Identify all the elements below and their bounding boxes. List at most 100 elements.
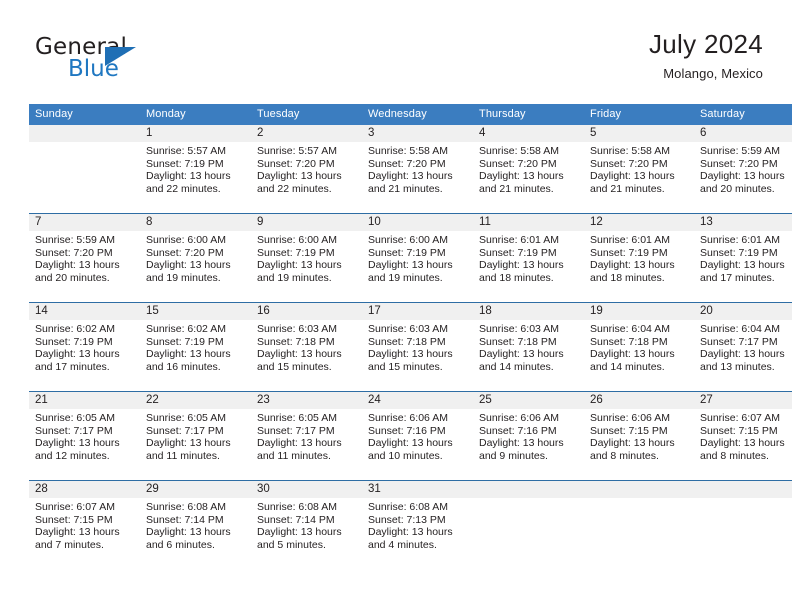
calendar-day-cell[interactable]: 17 Sunrise: 6:03 AM Sunset: 7:18 PM Dayligh… xyxy=(362,302,473,392)
calendar-day-cell[interactable]: 26 Sunrise: 6:06 AM Sunset: 7:15 PM Dayligh… xyxy=(584,391,694,481)
day-info-sunset-line: Sunset: 7:16 PM xyxy=(479,424,557,437)
day-info-sunset-line: Sunset: 7:20 PM xyxy=(146,246,224,259)
day-cell-content: 23 Sunrise: 6:05 AM Sunset: 7:17 PM Dayligh… xyxy=(251,392,362,480)
day-info-daylight1-line: Daylight: 13 hours xyxy=(590,170,675,183)
day-info-sunrise-line: Sunrise: 5:58 AM xyxy=(590,145,670,157)
day-sun-info: Sunrise: 5:57 AM Sunset: 7:19 PM Daylight:… xyxy=(140,142,251,195)
calendar-day-cell[interactable]: 7 Sunrise: 5:59 AM Sunset: 7:20 PM Daylight… xyxy=(29,213,140,303)
page-subtitle-location: Molango, Mexico xyxy=(663,66,763,81)
day-info-sunset-line: Sunset: 7:17 PM xyxy=(700,335,778,348)
day-cell-content: 13 Sunrise: 6:01 AM Sunset: 7:19 PM Dayligh… xyxy=(694,214,792,302)
day-info-sunrise-line: Sunrise: 5:59 AM xyxy=(700,145,780,157)
calendar-day-cell[interactable]: 18 Sunrise: 6:03 AM Sunset: 7:18 PM Dayligh… xyxy=(473,302,584,392)
day-info-sunrise-line: Sunrise: 5:58 AM xyxy=(368,145,448,157)
day-info-sunrise-line: Sunrise: 6:03 AM xyxy=(257,323,337,335)
calendar-day-cell[interactable]: 5 Sunrise: 5:58 AM Sunset: 7:20 PM Daylight… xyxy=(584,125,694,214)
day-cell-content: 18 Sunrise: 6:03 AM Sunset: 7:18 PM Dayligh… xyxy=(473,303,584,391)
day-info-daylight1-line: Daylight: 13 hours xyxy=(257,526,342,539)
day-cell-content xyxy=(584,481,694,569)
day-info-daylight2-line: and 9 minutes. xyxy=(479,449,548,462)
day-cell-content: 2 Sunrise: 5:57 AM Sunset: 7:20 PM Daylight… xyxy=(251,125,362,213)
calendar-day-cell[interactable]: 15 Sunrise: 6:02 AM Sunset: 7:19 PM Dayligh… xyxy=(140,302,251,392)
calendar-day-cell[interactable]: 3 Sunrise: 5:58 AM Sunset: 7:20 PM Daylight… xyxy=(362,125,473,214)
calendar-day-cell[interactable]: 27 Sunrise: 6:07 AM Sunset: 7:15 PM Dayligh… xyxy=(694,391,792,481)
calendar-day-cell[interactable]: 28 Sunrise: 6:07 AM Sunset: 7:15 PM Dayligh… xyxy=(29,480,140,569)
day-cell-content: 7 Sunrise: 5:59 AM Sunset: 7:20 PM Daylight… xyxy=(29,214,140,302)
calendar-day-cell xyxy=(584,480,694,569)
day-info-daylight2-line: and 14 minutes. xyxy=(590,360,665,373)
calendar-day-cell[interactable]: 23 Sunrise: 6:05 AM Sunset: 7:17 PM Dayligh… xyxy=(251,391,362,481)
day-info-sunrise-line: Sunrise: 6:08 AM xyxy=(257,501,337,513)
calendar-day-cell[interactable]: 29 Sunrise: 6:08 AM Sunset: 7:14 PM Dayligh… xyxy=(140,480,251,569)
weekday-header-thursday: Thursday xyxy=(473,104,584,125)
day-number: 31 xyxy=(362,481,473,498)
day-cell-content: 1 Sunrise: 5:57 AM Sunset: 7:19 PM Daylight… xyxy=(140,125,251,213)
page-header: General Blue July 2024 Molango, Mexico xyxy=(29,28,763,94)
day-sun-info: Sunrise: 6:01 AM Sunset: 7:19 PM Daylight:… xyxy=(584,231,694,284)
calendar-day-cell[interactable]: 10 Sunrise: 6:00 AM Sunset: 7:19 PM Dayligh… xyxy=(362,213,473,303)
day-sun-info: Sunrise: 6:05 AM Sunset: 7:17 PM Daylight:… xyxy=(29,409,140,462)
day-info-daylight2-line: and 21 minutes. xyxy=(590,182,665,195)
day-info-sunrise-line: Sunrise: 6:04 AM xyxy=(590,323,670,335)
calendar-day-cell[interactable]: 11 Sunrise: 6:01 AM Sunset: 7:19 PM Dayligh… xyxy=(473,213,584,303)
calendar-day-cell[interactable]: 2 Sunrise: 5:57 AM Sunset: 7:20 PM Daylight… xyxy=(251,125,362,214)
day-info-sunset-line: Sunset: 7:19 PM xyxy=(700,246,778,259)
day-cell-content: 8 Sunrise: 6:00 AM Sunset: 7:20 PM Daylight… xyxy=(140,214,251,302)
day-cell-content: 16 Sunrise: 6:03 AM Sunset: 7:18 PM Dayligh… xyxy=(251,303,362,391)
calendar-day-cell[interactable]: 16 Sunrise: 6:03 AM Sunset: 7:18 PM Dayligh… xyxy=(251,302,362,392)
day-info-sunset-line: Sunset: 7:15 PM xyxy=(590,424,668,437)
day-number: 28 xyxy=(29,481,140,498)
calendar-day-cell[interactable]: 31 Sunrise: 6:08 AM Sunset: 7:13 PM Dayligh… xyxy=(362,480,473,569)
day-info-daylight1-line: Daylight: 13 hours xyxy=(257,348,342,361)
calendar-week-row: 7 Sunrise: 5:59 AM Sunset: 7:20 PM Daylight… xyxy=(29,213,792,303)
calendar-day-cell[interactable]: 4 Sunrise: 5:58 AM Sunset: 7:20 PM Daylight… xyxy=(473,125,584,214)
day-info-daylight2-line: and 6 minutes. xyxy=(146,538,215,551)
day-cell-content: 14 Sunrise: 6:02 AM Sunset: 7:19 PM Dayligh… xyxy=(29,303,140,391)
calendar-day-cell[interactable]: 12 Sunrise: 6:01 AM Sunset: 7:19 PM Dayligh… xyxy=(584,213,694,303)
day-cell-content: 28 Sunrise: 6:07 AM Sunset: 7:15 PM Dayligh… xyxy=(29,481,140,569)
page-title: July 2024 xyxy=(649,29,763,59)
day-info-daylight1-line: Daylight: 13 hours xyxy=(35,348,120,361)
day-info-daylight2-line: and 21 minutes. xyxy=(368,182,443,195)
calendar-day-cell[interactable]: 19 Sunrise: 6:04 AM Sunset: 7:18 PM Dayligh… xyxy=(584,302,694,392)
day-cell-content xyxy=(694,481,792,569)
calendar-day-cell[interactable]: 13 Sunrise: 6:01 AM Sunset: 7:19 PM Dayligh… xyxy=(694,213,792,303)
calendar-day-cell[interactable]: 1 Sunrise: 5:57 AM Sunset: 7:19 PM Daylight… xyxy=(140,125,251,214)
calendar-day-cell[interactable]: 21 Sunrise: 6:05 AM Sunset: 7:17 PM Dayligh… xyxy=(29,391,140,481)
calendar-day-cell[interactable]: 22 Sunrise: 6:05 AM Sunset: 7:17 PM Dayligh… xyxy=(140,391,251,481)
day-cell-content: 21 Sunrise: 6:05 AM Sunset: 7:17 PM Dayligh… xyxy=(29,392,140,480)
day-sun-info: Sunrise: 6:00 AM Sunset: 7:19 PM Daylight:… xyxy=(362,231,473,284)
day-number: 6 xyxy=(694,125,792,142)
day-info-daylight2-line: and 12 minutes. xyxy=(35,449,110,462)
day-info-sunrise-line: Sunrise: 6:06 AM xyxy=(479,412,559,424)
day-info-daylight2-line: and 11 minutes. xyxy=(257,449,331,462)
day-info-daylight2-line: and 19 minutes. xyxy=(146,271,221,284)
day-info-daylight1-line: Daylight: 13 hours xyxy=(146,259,231,272)
day-cell-content: 17 Sunrise: 6:03 AM Sunset: 7:18 PM Dayligh… xyxy=(362,303,473,391)
day-info-daylight1-line: Daylight: 13 hours xyxy=(257,259,342,272)
day-info-daylight1-line: Daylight: 13 hours xyxy=(368,526,453,539)
day-info-daylight2-line: and 21 minutes. xyxy=(479,182,554,195)
day-sun-info: Sunrise: 6:08 AM Sunset: 7:14 PM Daylight:… xyxy=(251,498,362,551)
calendar-day-cell[interactable]: 9 Sunrise: 6:00 AM Sunset: 7:19 PM Daylight… xyxy=(251,213,362,303)
day-sun-info: Sunrise: 6:03 AM Sunset: 7:18 PM Daylight:… xyxy=(362,320,473,373)
day-sun-info: Sunrise: 5:59 AM Sunset: 7:20 PM Daylight:… xyxy=(29,231,140,284)
calendar-day-cell[interactable]: 6 Sunrise: 5:59 AM Sunset: 7:20 PM Daylight… xyxy=(694,125,792,214)
calendar-day-cell[interactable]: 20 Sunrise: 6:04 AM Sunset: 7:17 PM Dayligh… xyxy=(694,302,792,392)
calendar-day-cell[interactable]: 30 Sunrise: 6:08 AM Sunset: 7:14 PM Dayligh… xyxy=(251,480,362,569)
weekday-header-sunday: Sunday xyxy=(29,104,140,125)
calendar-day-cell[interactable]: 14 Sunrise: 6:02 AM Sunset: 7:19 PM Dayligh… xyxy=(29,302,140,392)
calendar-day-cell[interactable]: 24 Sunrise: 6:06 AM Sunset: 7:16 PM Dayligh… xyxy=(362,391,473,481)
day-sun-info: Sunrise: 6:07 AM Sunset: 7:15 PM Daylight:… xyxy=(29,498,140,551)
day-info-daylight2-line: and 20 minutes. xyxy=(700,182,775,195)
day-number: 25 xyxy=(473,392,584,409)
calendar-day-cell[interactable]: 8 Sunrise: 6:00 AM Sunset: 7:20 PM Daylight… xyxy=(140,213,251,303)
general-blue-logo[interactable]: General Blue xyxy=(35,34,245,90)
day-info-daylight1-line: Daylight: 13 hours xyxy=(479,348,564,361)
day-cell-content: 5 Sunrise: 5:58 AM Sunset: 7:20 PM Daylight… xyxy=(584,125,694,213)
day-info-daylight2-line: and 11 minutes. xyxy=(146,449,220,462)
day-info-daylight1-line: Daylight: 13 hours xyxy=(257,437,342,450)
day-info-daylight1-line: Daylight: 13 hours xyxy=(479,259,564,272)
day-number: 11 xyxy=(473,214,584,231)
calendar-day-cell[interactable]: 25 Sunrise: 6:06 AM Sunset: 7:16 PM Dayligh… xyxy=(473,391,584,481)
